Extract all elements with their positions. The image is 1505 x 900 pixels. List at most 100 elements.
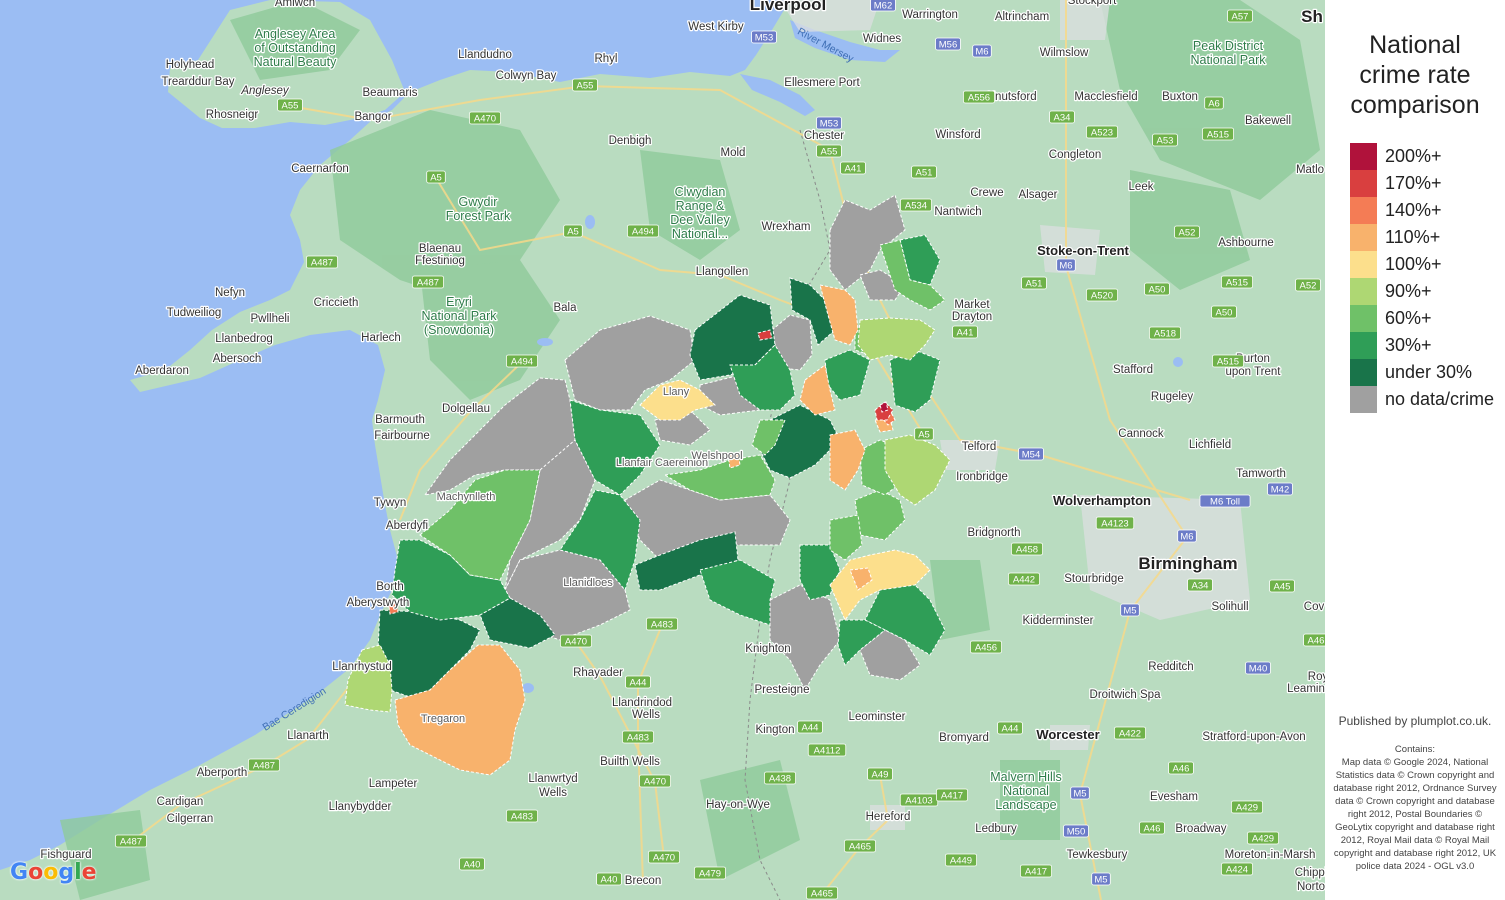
page: Liverpool Warrington Altrincham Stockport Sh… [0,0,1505,900]
road-label: A44 [630,678,647,689]
road-shield: M5 [1091,872,1111,886]
road-label: A494 [632,227,654,238]
legend-item: 60%+ [1350,305,1494,332]
map-svg[interactable]: Liverpool Warrington Altrincham Stockport Sh… [0,0,1325,900]
google-letter: G [10,860,29,885]
place-label: West Kirby [688,21,744,33]
road-label: A6 [1208,99,1220,110]
place-label: Cannock [1118,428,1164,440]
road-shield: A470 [639,774,672,788]
road-shield: A556 [963,90,996,104]
road-label: M5 [1073,789,1086,800]
road-label: A46 [1173,764,1190,775]
place-label: Criccieth [314,297,359,309]
road-shield: A458 [1011,542,1044,556]
place-label: Llanidloes [563,577,613,589]
road-shield: A417 [1020,864,1053,878]
place-label: Stafford [1113,364,1153,376]
place-label: Moreton-in-Marsh [1225,849,1316,861]
place-label: Broadway [1175,823,1226,835]
road-label: A556 [968,93,990,104]
place-label: Widnes [863,33,902,45]
road-label: A41 [957,328,974,339]
place-label: Cardigan [157,796,204,808]
place-label: Lichfield [1189,439,1231,451]
road-label: A465 [811,889,833,900]
place-label: Rhayader [573,667,623,679]
legend-swatch [1350,170,1377,197]
road-shield: M54 [1018,447,1044,461]
road-label: A50 [1216,308,1233,319]
place-label: Wells [539,787,567,799]
road-shield: A470 [560,634,593,648]
road-shield: M42 [1267,482,1293,496]
legend-item: 170%+ [1350,170,1494,197]
road-shield: A487 [411,275,444,289]
place-label: Pwllheli [251,313,290,325]
road-label: A470 [653,853,675,864]
place-label: Bangor [354,111,391,123]
road-shield: A41 [840,161,866,175]
legend-label: 200%+ [1385,146,1442,166]
road-label: A46 [1144,824,1161,835]
place-label: Cilgerran [167,813,214,825]
place-label: Wilmslow [1040,47,1089,59]
road-label: M40 [1249,664,1267,675]
road-shield: A49 [867,767,893,781]
place-label: Kington [755,724,794,736]
road-label: A487 [417,278,439,289]
road-shield: A52 [1174,225,1200,239]
road-shield: A429 [1247,831,1280,845]
road-shield: A50 [1144,282,1170,296]
road-label: A515 [1217,357,1239,368]
road-shield: A4112 [807,743,847,757]
road-label: A520 [1091,291,1113,302]
road-shield: A429 [1231,800,1264,814]
road-shield: A6 [1204,96,1224,110]
road-shield: M6 [1056,258,1076,272]
place-label: Ellesmere Port [784,77,860,89]
road-label: A5 [918,430,930,441]
road-shield: A520 [1086,288,1119,302]
road-shield: A51 [911,165,937,179]
place-label: Wells [632,709,660,721]
google-letter: g [58,860,75,885]
place-label: Ashbourne [1218,237,1274,249]
road-label: M50 [1067,827,1085,838]
road-shield: A40 [596,872,622,886]
map-area[interactable]: Liverpool Warrington Altrincham Stockport Sh… [0,0,1325,900]
legend-swatch [1350,386,1377,413]
place-label: Mold [721,147,746,159]
road-label: A52 [1300,281,1317,292]
legend-panel: National crime rate comparison 200%+ 170%… [1325,0,1505,900]
legend-label: 100%+ [1385,254,1442,274]
road-label: M56 [939,40,957,51]
road-label: A429 [1252,834,1274,845]
place-label: Evesham [1150,791,1198,803]
road-label: A417 [1025,867,1047,878]
road-label: A34 [1192,581,1209,592]
road-label: A487 [311,258,333,269]
place-label: Range & [676,199,725,213]
place-label: Aberdaron [135,365,189,377]
place-label: Rugeley [1151,391,1193,403]
place-label: Droitwich Spa [1090,689,1162,701]
place-label: Congleton [1049,149,1101,161]
published-by: Published by plumplot.co.uk. [1338,714,1492,728]
place-label: Altrincham [995,11,1049,23]
legend-label: no data/crime [1385,389,1495,409]
place-label: Nantwich [934,206,981,218]
road-label: A49 [872,770,889,781]
road-label: A424 [1226,865,1248,876]
road-label: A4103 [905,796,932,807]
legend-title-line: comparison [1350,91,1480,119]
google-letter: o [43,860,59,885]
place-label: Bakewell [1245,115,1291,127]
place-label: Leominster [849,711,906,723]
place-label: Stourbridge [1064,573,1123,585]
legend-label: 140%+ [1385,200,1442,220]
road-shield: A44 [625,675,651,689]
road-label: A45 [1274,582,1291,593]
road-label: A52 [1179,228,1196,239]
place-label: Amlwch [275,0,315,9]
